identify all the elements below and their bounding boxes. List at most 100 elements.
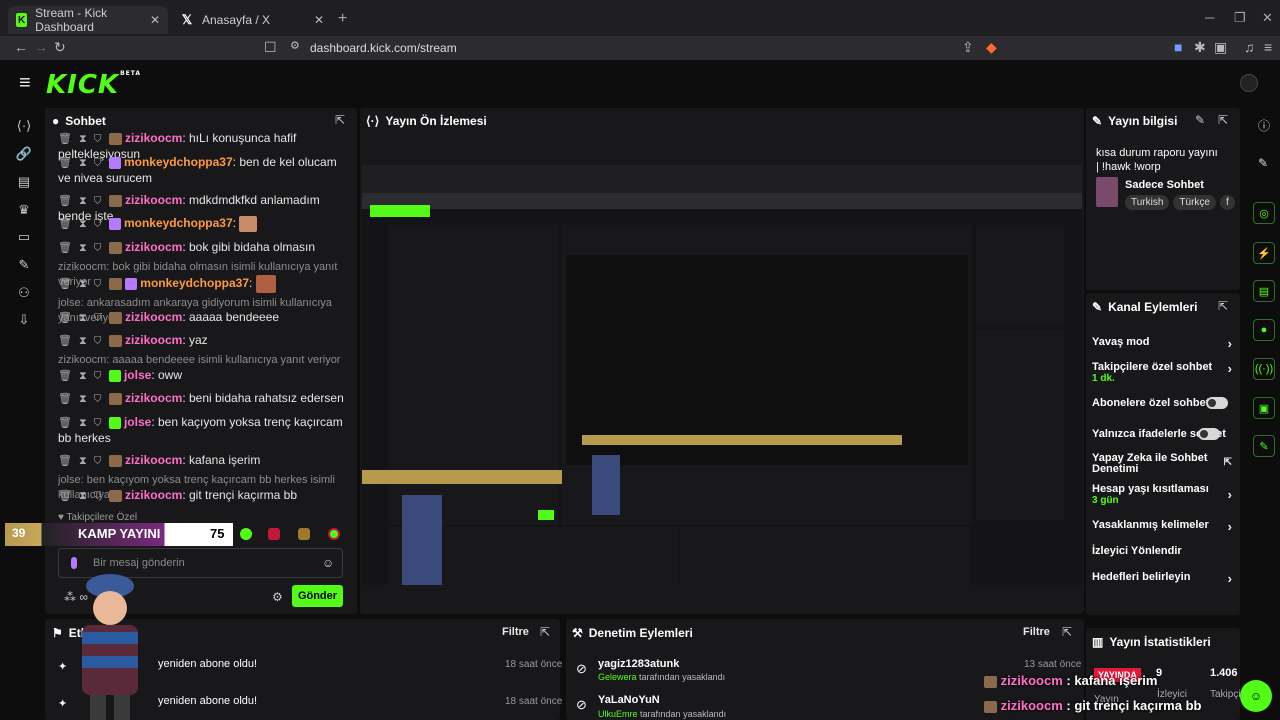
close-tab-icon[interactable]: ✕	[314, 13, 324, 27]
new-tab-icon[interactable]: +	[338, 10, 347, 28]
gift-icon[interactable]	[298, 528, 310, 540]
emote-only-toggle[interactable]	[1198, 428, 1220, 440]
tag[interactable]: Turkish	[1125, 195, 1170, 210]
chevron-right-icon: ›	[1227, 571, 1232, 586]
subscribers-only-action[interactable]: Abonelere özel sohbet	[1092, 397, 1232, 411]
wrench-icon[interactable]: ✎	[1253, 435, 1275, 457]
address-bar-row: ← → ↻ ☐ ⚙ dashboard.kick.com/stream ⇪ ◆ …	[0, 36, 1280, 60]
events-filter-button[interactable]: Filtre	[502, 626, 529, 638]
banned-user[interactable]: yagiz1283atunk	[598, 658, 679, 670]
reply-notice: zizikoocm: aaaaa bendeeee isimli kullanı…	[58, 354, 341, 366]
chat-message: 🗑⧗⛉ jolse: ben kaçıyom yoksa trenç kaçır…	[58, 415, 343, 445]
brave-shield-icon[interactable]: ◆	[986, 39, 997, 56]
menu-icon[interactable]: ≡	[1264, 39, 1272, 55]
popout-icon[interactable]: ⇱	[1218, 299, 1228, 313]
pencil-icon[interactable]: ✎	[1258, 156, 1268, 170]
url-text[interactable]: dashboard.kick.com/stream	[310, 41, 457, 55]
chat-input-placeholder: Bir mesaj gönderin	[93, 557, 185, 569]
tag[interactable]: f	[1219, 195, 1235, 210]
document-icon[interactable]: ▤	[1253, 280, 1275, 302]
wrench-icon: ✎	[1092, 300, 1103, 314]
tab-x-home[interactable]: 𝕏 Anasayfa / X ✕	[172, 6, 332, 34]
stats-title: ▥ Yayın İstatistikleri	[1092, 635, 1211, 649]
analytics-icon[interactable]: ▤	[14, 174, 34, 190]
chat-title: ● Sohbet	[52, 114, 106, 128]
back-icon[interactable]: ←	[14, 39, 28, 55]
stream-preview-video[interactable]	[362, 165, 1082, 585]
followers-only-action[interactable]: Takipçilere özel sohbet 1 dk. ›	[1092, 361, 1232, 385]
chat-message: 🗑⧗⛉ zizikoocm: kafana işerim	[58, 453, 261, 467]
followers-count: 1.406	[1210, 667, 1238, 679]
popout-icon[interactable]: ⇱	[540, 625, 550, 639]
account-age-action[interactable]: Hesap yaşı kısıtlaması 3 gün ›	[1092, 483, 1232, 507]
music-icon[interactable]: ♫	[1244, 39, 1255, 55]
channel-actions-title: ✎ Kanal Eylemleri	[1092, 300, 1198, 314]
chevron-right-icon: ›	[1227, 361, 1232, 376]
mic-icon[interactable]	[71, 557, 77, 569]
preview-recursive-screen	[362, 165, 1082, 585]
video-icon[interactable]: ▭	[14, 229, 34, 245]
emoji-icon[interactable]: ☺	[322, 556, 334, 570]
tag-list: Turkish Türkçe f	[1125, 195, 1235, 210]
broadcast-icon[interactable]: ((·))	[1253, 358, 1275, 380]
link-icon[interactable]: 🔗	[14, 146, 34, 162]
moderation-filter-button[interactable]: Filtre	[1023, 626, 1050, 638]
settings-icon[interactable]: ⚙	[272, 590, 283, 604]
send-button[interactable]: Gönder	[292, 585, 343, 607]
popout-icon[interactable]: ⇱	[1062, 625, 1072, 639]
banned-words-action[interactable]: Yasaklanmış kelimeler ›	[1092, 519, 1232, 534]
wrench-icon[interactable]: ✎	[14, 257, 34, 273]
kamp-level: 39	[12, 526, 26, 540]
share-icon[interactable]: ⇪	[962, 39, 974, 56]
badge-icon[interactable]	[268, 528, 280, 540]
layout-icon[interactable]: ▣	[1253, 397, 1275, 419]
tab-title: Stream - Kick Dashboard	[35, 6, 108, 34]
lightning-icon[interactable]: ⚡	[1253, 242, 1275, 264]
popout-icon[interactable]: ⇱	[1218, 113, 1228, 127]
chat-message: 🗑⧗⛉ zizikoocm: yaz	[58, 333, 208, 347]
user-avatar[interactable]	[1240, 74, 1258, 92]
support-chat-icon[interactable]: ☺	[1240, 680, 1272, 712]
emote-only-action[interactable]: Yalnızca ifadelerle sohbet	[1092, 428, 1232, 442]
goals-action[interactable]: Hedefleri belirleyin ›	[1092, 571, 1232, 586]
kick-emote-icon[interactable]	[328, 528, 340, 540]
info-icon[interactable]: ⓘ	[1258, 117, 1270, 134]
chat-message: 🗑⧗⛉ zizikoocm: git trençi kaçırma bb	[58, 488, 298, 502]
followers-only-label: ♥ Takipçilere Özel	[58, 512, 138, 523]
hamburger-menu-icon[interactable]: ≡	[19, 72, 31, 95]
chat-icon[interactable]: ●	[1253, 319, 1275, 341]
host-action[interactable]: İzleyici Yönlendir	[1092, 545, 1232, 559]
stream-icon[interactable]: ⟨·⟩	[14, 118, 34, 134]
bookmark-icon[interactable]: ☐	[264, 39, 277, 56]
upload-icon[interactable]: ⇩	[14, 312, 34, 328]
edit-icon[interactable]: ✎	[1195, 113, 1205, 127]
extension-icon[interactable]: ■	[1174, 39, 1182, 55]
minimize-icon[interactable]: ─	[1205, 10, 1214, 25]
forward-icon[interactable]: →	[34, 39, 48, 55]
kamp-count: 75	[210, 526, 225, 541]
banned-user[interactable]: YaLaNoYuN	[598, 694, 660, 706]
users-icon[interactable]: ⚇	[14, 285, 34, 301]
close-window-icon[interactable]: ✕	[1262, 10, 1273, 26]
reload-icon[interactable]: ↻	[54, 39, 66, 56]
stream-title-text: kısa durum raporu yayını | !hawk !worp	[1096, 147, 1218, 173]
overlay-chat-line: zizikoocm : git trençi kaçırma bb	[984, 698, 1201, 713]
popout-icon[interactable]: ⇱	[335, 113, 345, 127]
tab-kick-dashboard[interactable]: K Stream - Kick Dashboard ✕	[8, 6, 168, 34]
emote-icon[interactable]	[240, 528, 252, 540]
slow-mode-action[interactable]: Yavaş mod ›	[1092, 336, 1232, 351]
event-time: 18 saat önce	[505, 696, 563, 707]
maximize-icon[interactable]: ❐	[1234, 10, 1246, 26]
wallet-icon[interactable]: ▣	[1214, 39, 1227, 56]
close-tab-icon[interactable]: ✕	[150, 13, 160, 27]
camera-icon[interactable]: ◎	[1253, 202, 1275, 224]
category-name: Sadece Sohbet	[1125, 179, 1204, 191]
trophy-icon[interactable]: ♛	[14, 202, 34, 218]
tag[interactable]: Türkçe	[1173, 195, 1216, 210]
puzzle-icon[interactable]: ✱	[1194, 39, 1206, 56]
site-info-icon[interactable]: ⚙	[290, 39, 300, 52]
chevron-right-icon: ›	[1227, 519, 1232, 534]
subscribers-only-toggle[interactable]	[1206, 397, 1228, 409]
ai-moderation-action[interactable]: Yapay Zeka ile Sohbet Denetimi ⇱	[1092, 453, 1232, 477]
kick-logo[interactable]: KICKBETA	[46, 70, 141, 100]
